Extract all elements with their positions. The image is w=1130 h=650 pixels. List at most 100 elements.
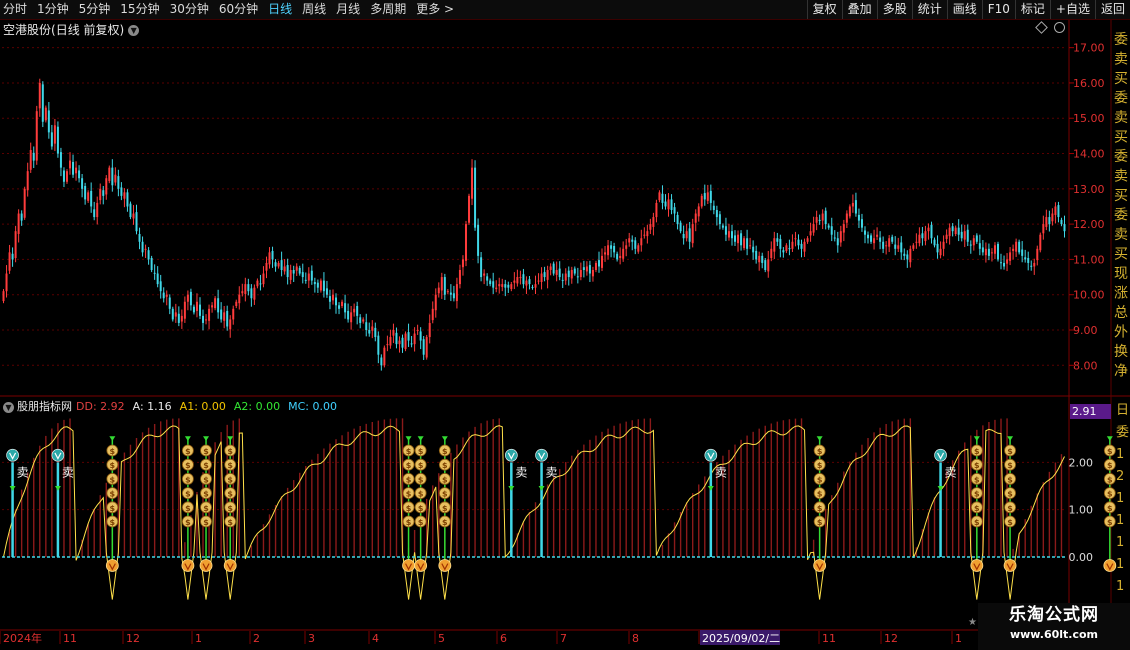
side-panel-char: 卖 — [1114, 227, 1128, 243]
money-bag-symbol: $ — [418, 504, 424, 513]
candle-body — [156, 273, 159, 285]
candle-body — [876, 234, 879, 237]
candle-body — [625, 245, 628, 249]
candle-body — [437, 287, 440, 294]
candle-body — [265, 262, 268, 271]
candle-body — [235, 301, 238, 306]
chart-canvas[interactable]: 17.0016.0015.0014.0013.0012.0011.0010.00… — [0, 0, 1130, 650]
candle-body — [380, 357, 383, 366]
candle-body — [984, 248, 987, 256]
money-bag-symbol: $ — [442, 461, 448, 470]
candle-body — [755, 250, 758, 260]
candle-body — [341, 301, 344, 306]
money-bag-symbol: $ — [1007, 490, 1013, 499]
candle-body — [948, 227, 951, 237]
candle-body — [939, 248, 942, 256]
candle-body — [761, 255, 764, 263]
candle-body — [449, 292, 452, 295]
sell-label: 卖 — [546, 466, 558, 480]
candle-body — [519, 277, 522, 279]
candle-body — [667, 199, 670, 210]
candle-body — [936, 243, 939, 253]
arrow-down-icon — [973, 436, 980, 442]
candle-body — [214, 298, 217, 309]
candle-body — [17, 213, 20, 234]
current-value-text: 2.91 — [1072, 405, 1097, 418]
sell-label: 卖 — [515, 466, 527, 480]
candle-body — [987, 248, 990, 256]
money-bag-symbol: $ — [418, 518, 424, 527]
candle-body — [746, 238, 749, 249]
money-bag-symbol: $ — [227, 504, 233, 513]
candle-body — [262, 273, 265, 285]
candle-body — [631, 239, 634, 242]
candle-body — [806, 238, 809, 242]
money-bag-symbol: $ — [1007, 475, 1013, 484]
candle-body — [579, 270, 582, 278]
candle-body — [570, 270, 573, 279]
arrow-down-icon — [1007, 436, 1014, 442]
candle-body — [567, 270, 570, 278]
side-panel-char: 净 — [1114, 364, 1128, 380]
candle-body — [458, 270, 461, 285]
arrow-down-icon — [707, 486, 714, 491]
candle-body — [978, 243, 981, 249]
candle-body — [851, 202, 854, 207]
candle-body — [724, 226, 727, 235]
candle-body — [59, 152, 62, 168]
money-bag-symbol: $ — [974, 518, 980, 527]
candle-body — [347, 310, 350, 320]
candle-body — [1039, 234, 1042, 251]
candle-body — [676, 214, 679, 225]
arrow-down-icon — [508, 486, 515, 491]
candle-body — [477, 224, 480, 256]
candle-body — [743, 238, 746, 249]
candle-body — [585, 266, 588, 272]
candle-body — [867, 234, 870, 239]
candle-body — [555, 270, 558, 275]
money-bag-symbol: $ — [406, 504, 412, 513]
money-bag-symbol: $ — [418, 475, 424, 484]
candle-body — [827, 225, 830, 228]
candle-body — [461, 259, 464, 268]
candle-body — [552, 263, 555, 274]
arrow-down-icon — [109, 436, 116, 442]
arrow-down-icon — [417, 436, 424, 442]
money-bag-symbol: $ — [817, 518, 823, 527]
star-icon[interactable]: ★ — [968, 617, 977, 628]
candle-body — [924, 231, 927, 242]
candle-body — [604, 252, 607, 255]
price-tick-label: 11.00 — [1073, 253, 1105, 266]
side-panel-char-lower: 1 — [1116, 491, 1124, 506]
candle-body — [758, 255, 761, 263]
candle-body — [141, 241, 144, 253]
side-panel-char: 总 — [1114, 305, 1128, 321]
candle-body — [365, 322, 368, 330]
candle-body — [81, 178, 84, 189]
candle-body — [640, 238, 643, 246]
candle-body — [322, 280, 325, 292]
candle-body — [455, 284, 458, 302]
candle-body — [634, 240, 637, 249]
arrow-down-icon — [441, 436, 448, 442]
candle-body — [718, 214, 721, 225]
candle-body — [573, 268, 576, 274]
candle-body — [229, 319, 232, 330]
candle-body — [495, 287, 498, 290]
candle-body — [870, 235, 873, 242]
side-panel-char: 委 — [1114, 32, 1128, 48]
money-bag-symbol: $ — [442, 447, 448, 456]
candle-body — [483, 273, 486, 276]
candle-body — [289, 270, 292, 280]
candle-body — [1054, 206, 1057, 215]
money-bag-symbol: $ — [1007, 518, 1013, 527]
money-bag-symbol: $ — [185, 447, 191, 456]
candle-body — [821, 213, 824, 221]
candle-body — [108, 167, 111, 182]
candle-body — [715, 210, 718, 218]
money-bag-symbol: $ — [185, 475, 191, 484]
candle-body — [26, 171, 29, 191]
money-bag-symbol: $ — [185, 518, 191, 527]
candle-body — [691, 224, 694, 244]
date-label: 4 — [372, 632, 379, 645]
